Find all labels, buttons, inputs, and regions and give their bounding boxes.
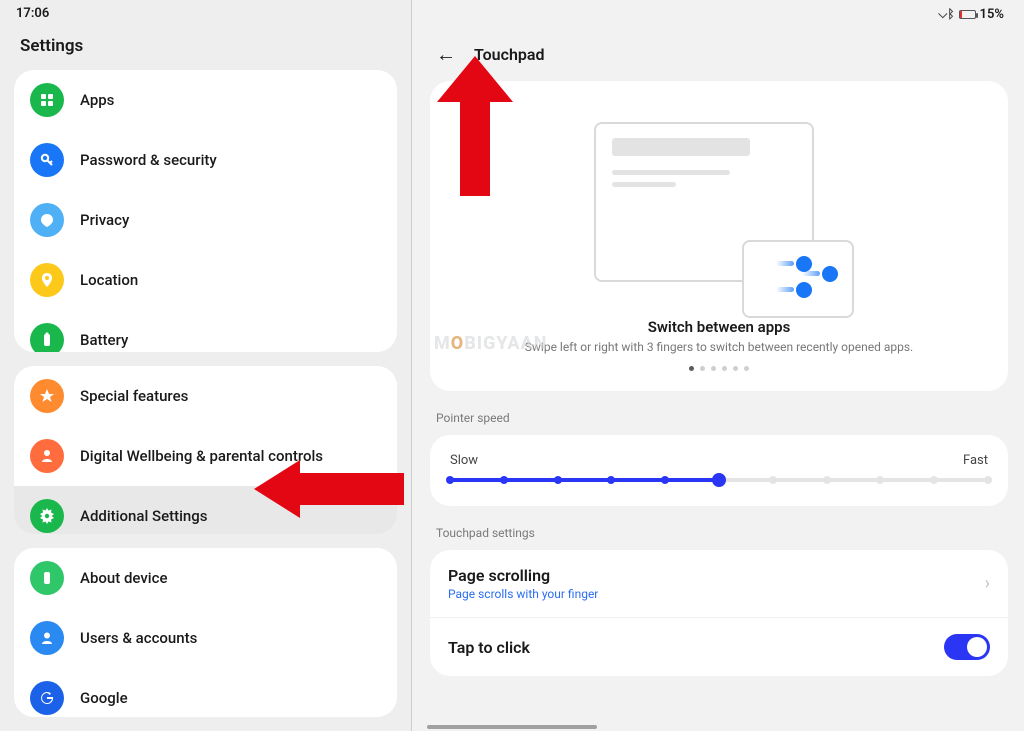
setting-subtitle: Page scrolls with your finger (448, 587, 598, 601)
sidebar-item-apps[interactable]: Apps (14, 70, 397, 130)
sidebar-item-label: About device (80, 569, 167, 587)
slider-min-label: Slow (450, 453, 478, 468)
setting-tap-to-click[interactable]: Tap to click (430, 617, 1008, 676)
touchpad-settings-card: Page scrolling Page scrolls with your fi… (430, 550, 1008, 676)
tap-to-click-toggle[interactable] (944, 634, 990, 660)
sidebar-item-label: Password & security (80, 151, 217, 169)
battery-percent: 15% (980, 7, 1004, 22)
home-indicator[interactable] (427, 725, 597, 729)
hero-page-dots[interactable] (689, 366, 749, 371)
sidebar-item-users-accounts[interactable]: Users & accounts (14, 608, 397, 668)
sidebar-item-label: Google (80, 689, 128, 707)
sidebar-item-label: Location (80, 271, 138, 289)
device-icon (30, 561, 64, 595)
sidebar-item-digital-wellbeing[interactable]: Digital Wellbeing & parental controls (14, 426, 397, 486)
sidebar-item-location[interactable]: Location (14, 250, 397, 310)
sidebar-item-label: Additional Settings (80, 507, 208, 525)
star-icon (30, 379, 64, 413)
sidebar-group-2: Special features Digital Wellbeing & par… (14, 366, 397, 535)
pointer-speed-slider[interactable] (450, 478, 988, 482)
chevron-right-icon: › (985, 573, 990, 594)
setting-page-scrolling[interactable]: Page scrolling Page scrolls with your fi… (430, 550, 1008, 617)
sidebar-item-label: Digital Wellbeing & parental controls (80, 447, 323, 465)
touchpad-settings-label: Touchpad settings (430, 522, 1008, 550)
sidebar-item-label: Privacy (80, 211, 129, 229)
sidebar-item-special-features[interactable]: Special features (14, 366, 397, 426)
key-icon (30, 143, 64, 177)
page-title: Touchpad (474, 45, 544, 64)
setting-title: Tap to click (448, 638, 530, 657)
sidebar-group-3: About device Users & accounts Google (14, 548, 397, 717)
wellbeing-icon (30, 439, 64, 473)
privacy-icon (30, 203, 64, 237)
hero-title: Switch between apps (648, 318, 791, 336)
gear-icon (30, 499, 64, 533)
back-arrow-icon[interactable]: ← (436, 42, 456, 67)
settings-title: Settings (0, 26, 411, 70)
location-icon (30, 263, 64, 297)
page-header: ← Touchpad (430, 28, 1008, 81)
status-time: 17:06 (16, 6, 49, 21)
sidebar-item-label: Special features (80, 387, 188, 405)
status-bar: 17:06 (0, 0, 411, 26)
user-icon (30, 621, 64, 655)
slider-max-label: Fast (963, 453, 988, 468)
sidebar-item-label: Battery (80, 331, 128, 349)
apps-icon (30, 83, 64, 117)
bluetooth-icon: ⌵ᛒ (938, 7, 954, 22)
sidebar-item-password-security[interactable]: Password & security (14, 130, 397, 190)
touchpad-panel: ⌵ᛒ 15% ← Touchpad Switch between apps Sw… (412, 0, 1024, 731)
gesture-illustration (594, 122, 844, 312)
pointer-speed-card: Slow Fast (430, 435, 1008, 506)
settings-sidebar: 17:06 Settings Apps Password & security (0, 0, 412, 731)
sidebar-group-1: Apps Password & security Privacy Locatio… (14, 70, 397, 351)
sidebar-item-label: Users & accounts (80, 629, 197, 647)
status-bar-right: ⌵ᛒ 15% (430, 0, 1008, 28)
sidebar-item-privacy[interactable]: Privacy (14, 190, 397, 250)
setting-title: Page scrolling (448, 566, 598, 585)
sidebar-item-battery[interactable]: Battery (14, 310, 397, 351)
sidebar-item-label: Apps (80, 91, 114, 109)
battery-icon (959, 10, 976, 19)
hero-desc: Swipe left or right with 3 fingers to sw… (525, 340, 913, 354)
gesture-hero-card[interactable]: Switch between apps Swipe left or right … (430, 81, 1008, 391)
sidebar-item-about-device[interactable]: About device (14, 548, 397, 608)
sidebar-item-additional-settings[interactable]: Additional Settings (14, 486, 397, 535)
google-icon (30, 681, 64, 715)
battery-icon (30, 323, 64, 351)
watermark: MOBIGYAAN (434, 333, 547, 354)
pointer-speed-label: Pointer speed (430, 407, 1008, 435)
sidebar-item-google[interactable]: Google (14, 668, 397, 717)
